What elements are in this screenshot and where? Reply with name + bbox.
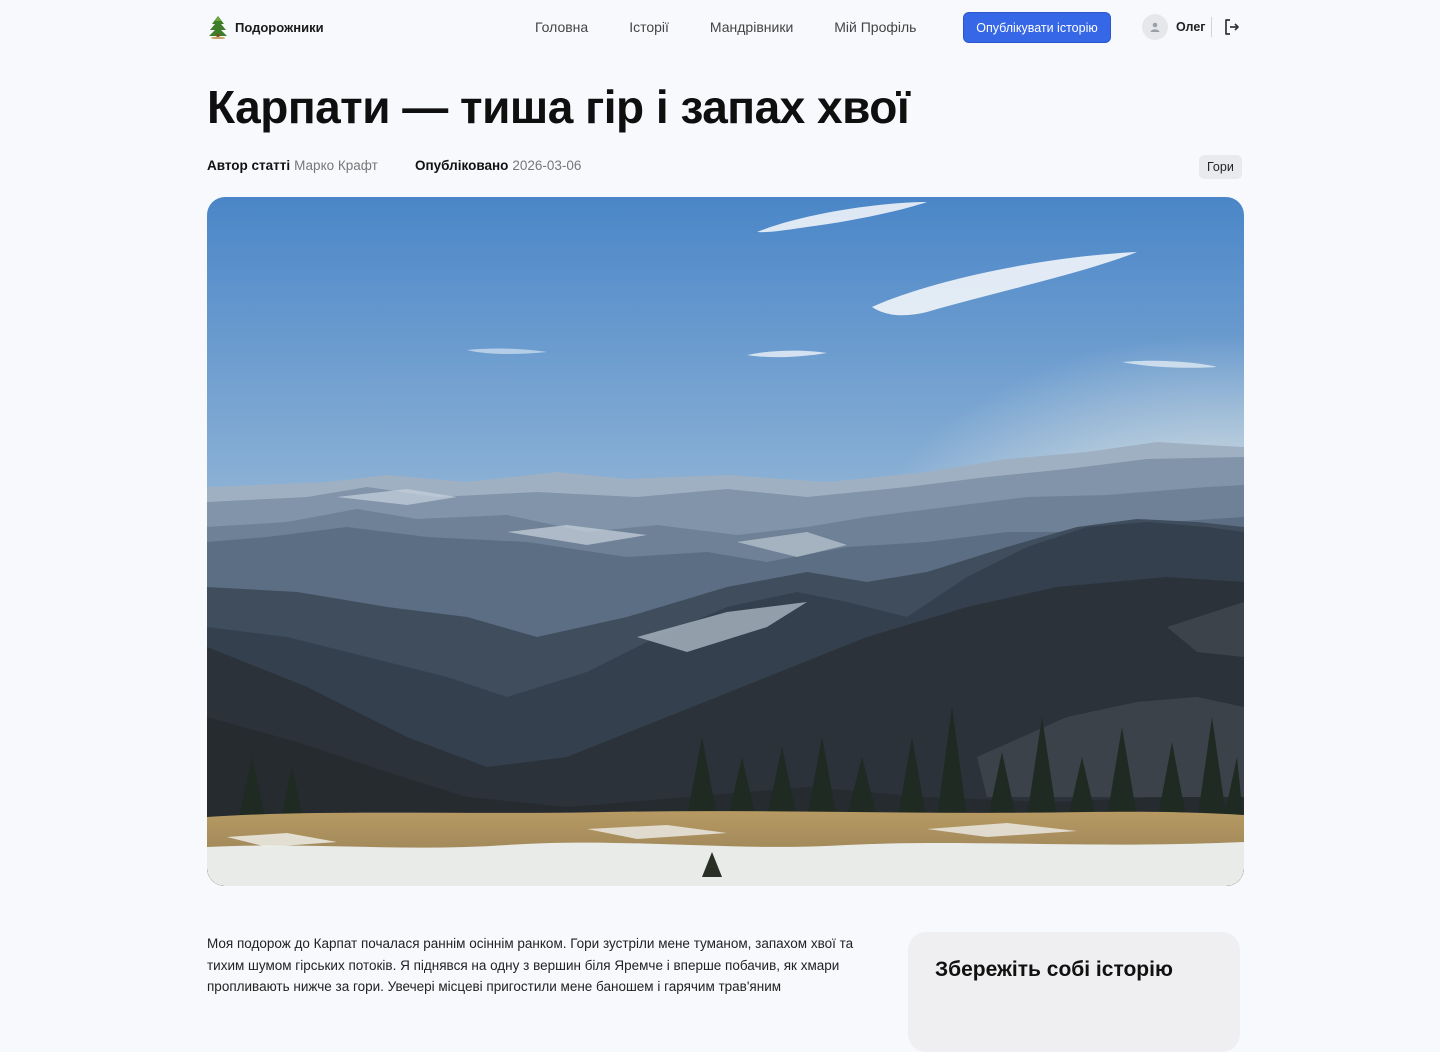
published-label: Опубліковано [415,158,509,173]
user-name: Олег [1176,20,1206,34]
brand-name: Подорожники [235,19,324,35]
header-divider [1211,17,1212,37]
brand-logo[interactable]: Подорожники [207,15,324,39]
save-story-title: Збережіть собі історію [935,958,1173,981]
article-title: Карпати — тиша гір і запах хвої [207,81,910,133]
main-nav: Головна Історії Мандрівники Мій Профіль [535,19,957,35]
date-meta: Опубліковано 2026-03-06 [415,158,581,173]
save-story-card: Збережіть собі історію [908,932,1240,1052]
publish-date: 2026-03-06 [512,158,582,173]
author-label: Автор статті [207,158,291,173]
nav-travelers[interactable]: Мандрівники [710,19,793,35]
publish-story-button[interactable]: Опублікувати історію [963,12,1111,43]
user-menu[interactable]: Олег [1142,14,1206,40]
pine-tree-icon [209,16,227,39]
hero-image [207,197,1244,886]
article-body: Моя подорож до Карпат почалася раннім ос… [207,936,854,994]
nav-stories[interactable]: Історії [629,19,669,35]
author-meta: Автор статті Марко Крафт [207,158,378,173]
nav-home[interactable]: Головна [535,19,588,35]
avatar[interactable] [1142,14,1168,40]
user-icon [1150,22,1160,32]
nav-profile[interactable]: Мій Профіль [834,19,916,35]
category-tag[interactable]: Гори [1199,155,1242,179]
top-navbar: Подорожники Головна Історії Мандрівники … [0,0,1440,56]
author-name[interactable]: Марко Крафт [294,158,378,173]
mountain-landscape-image [207,197,1244,886]
logout-icon[interactable] [1223,18,1241,36]
